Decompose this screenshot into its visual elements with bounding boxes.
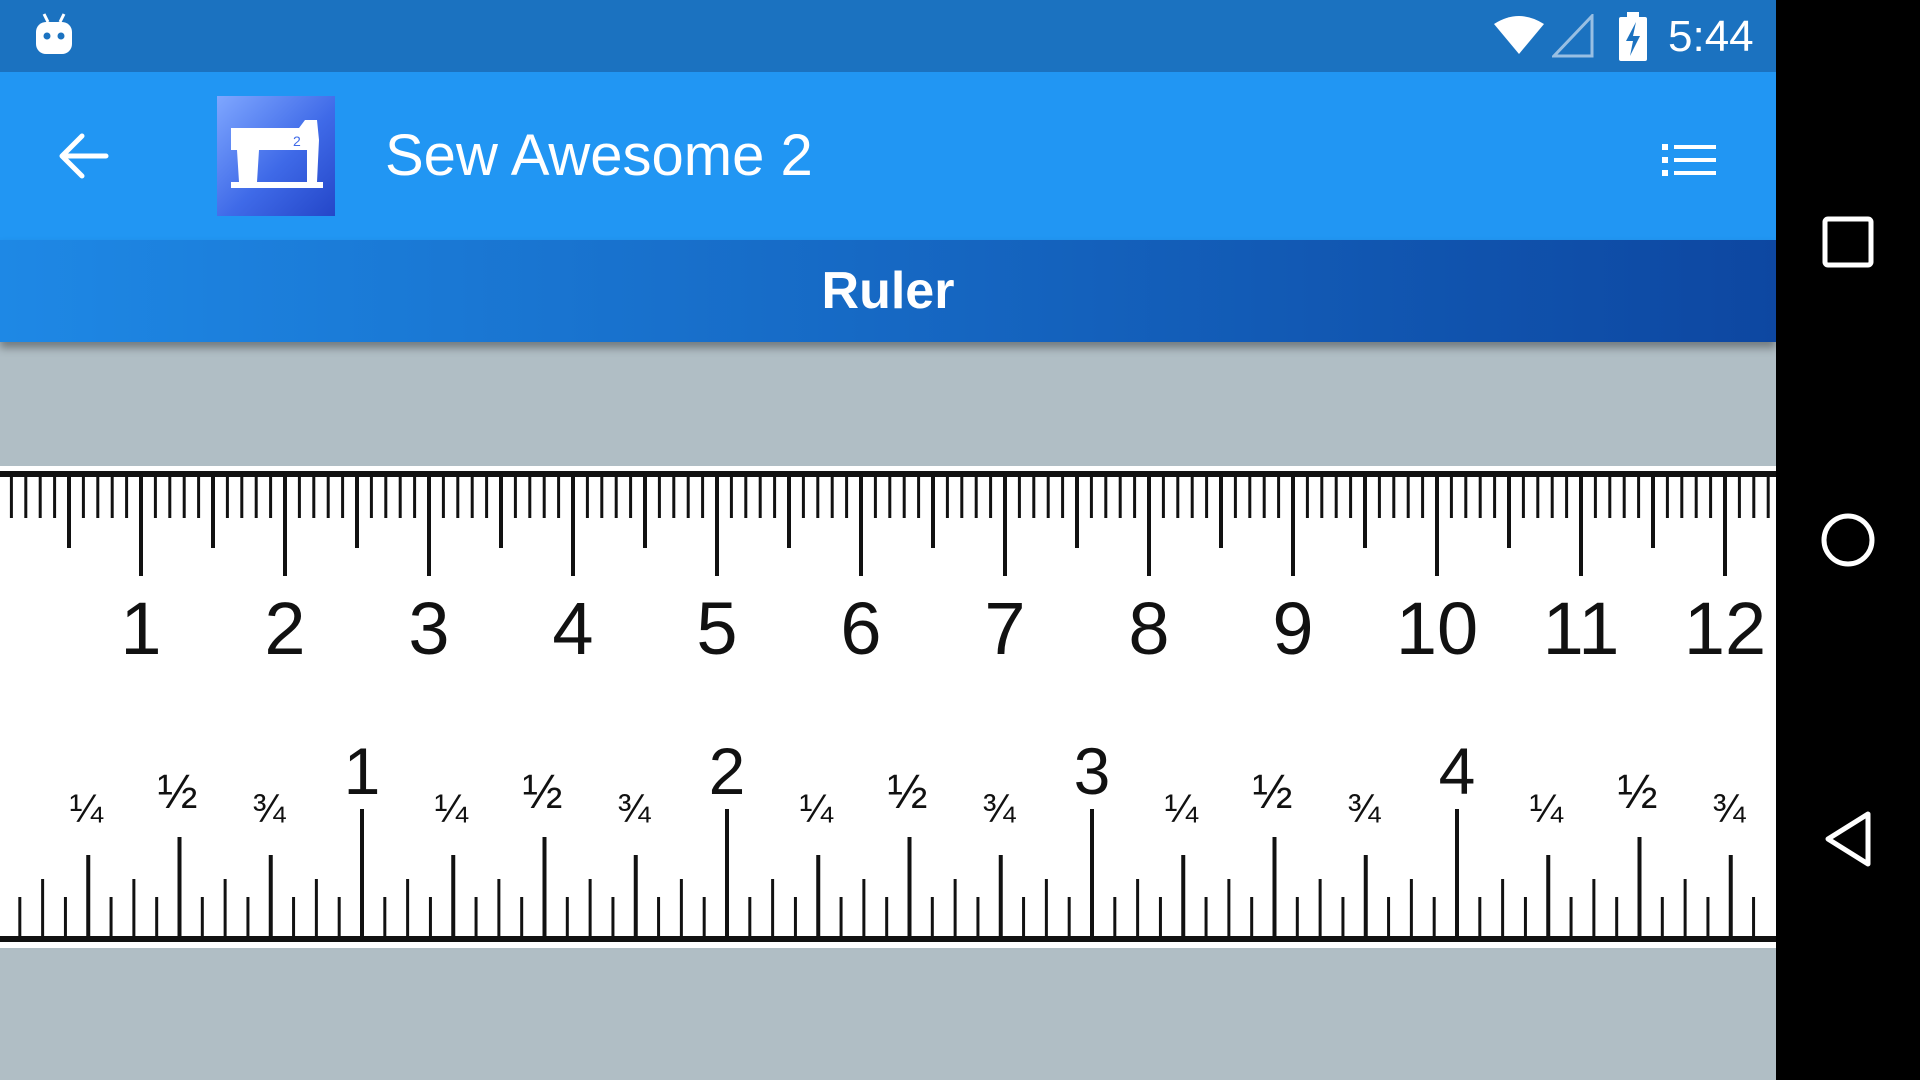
page-header: Ruler [0,240,1776,342]
cm-label: 11 [1543,587,1620,670]
cm-label: 6 [840,587,881,670]
cm-label: 9 [1272,587,1313,670]
battery-charging-icon [1619,12,1647,61]
menu-list-icon-lines [1662,144,1716,176]
cm-label: 8 [1128,587,1169,670]
fraction-label: ¾ [617,787,651,831]
navigation-bar [1776,0,1920,1080]
cm-label: 1 [120,587,161,670]
back-arrow-icon[interactable] [54,126,114,186]
fraction-label: ½ [887,766,927,819]
home-circle-icon[interactable] [1820,512,1876,568]
fraction-label: ½ [522,766,562,819]
fraction-label: ¼ [1530,787,1564,831]
fraction-label: ¼ [70,787,104,831]
fraction-label: ¾ [982,787,1016,831]
svg-text:2: 2 [293,133,301,149]
app-screen: 5:44 2 Sew Awesome 2 Ruler 12345678 9 10… [0,0,1776,1080]
fraction-label: ½ [1252,766,1292,819]
fraction-label: ¾ [252,787,286,831]
inch-label: 1 [344,734,381,808]
fraction-label: ½ [157,766,197,819]
app-bar: 2 Sew Awesome 2 [0,72,1776,240]
cm-label: 2 [264,587,305,670]
inch-label: 3 [1074,734,1111,808]
cm-label: 7 [984,587,1025,670]
page-title: Ruler [821,262,955,320]
cm-label: 4 [552,587,593,670]
fraction-label: ¾ [1347,787,1381,831]
fraction-label: ¾ [1712,787,1746,831]
cm-label: 12 [1684,587,1766,670]
inch-label: 2 [709,734,746,808]
cm-label: 10 [1396,587,1478,670]
cm-label: 5 [696,587,737,670]
app-logo: 2 [217,96,335,216]
inch-label: 4 [1439,734,1476,808]
fraction-label: ¼ [800,787,834,831]
cell-signal-icon [1552,14,1594,58]
back-triangle-icon[interactable] [1822,810,1874,868]
app-title: Sew Awesome 2 [385,123,813,188]
fraction-label: ½ [1617,766,1657,819]
fraction-label: ¼ [1165,787,1199,831]
sewing-machine-icon: 2 [231,120,323,188]
recents-square-icon[interactable] [1822,216,1874,268]
cm-label: 3 [408,587,449,670]
status-bar: 5:44 [0,0,1776,72]
wifi-icon [1494,16,1544,54]
android-debug-icon [36,13,72,54]
ruler: 1 2 3 4 5 6 7 8 9 10 11 12 1 2 3 4¼ ½ ¾ ¼ ½ ¾ ¼ ½ ¾ ¼ ½ ¾ ¼ ½ ¾ [0,466,1776,948]
fraction-label: ¼ [435,787,469,831]
status-clock: 5:44 [1668,12,1754,61]
